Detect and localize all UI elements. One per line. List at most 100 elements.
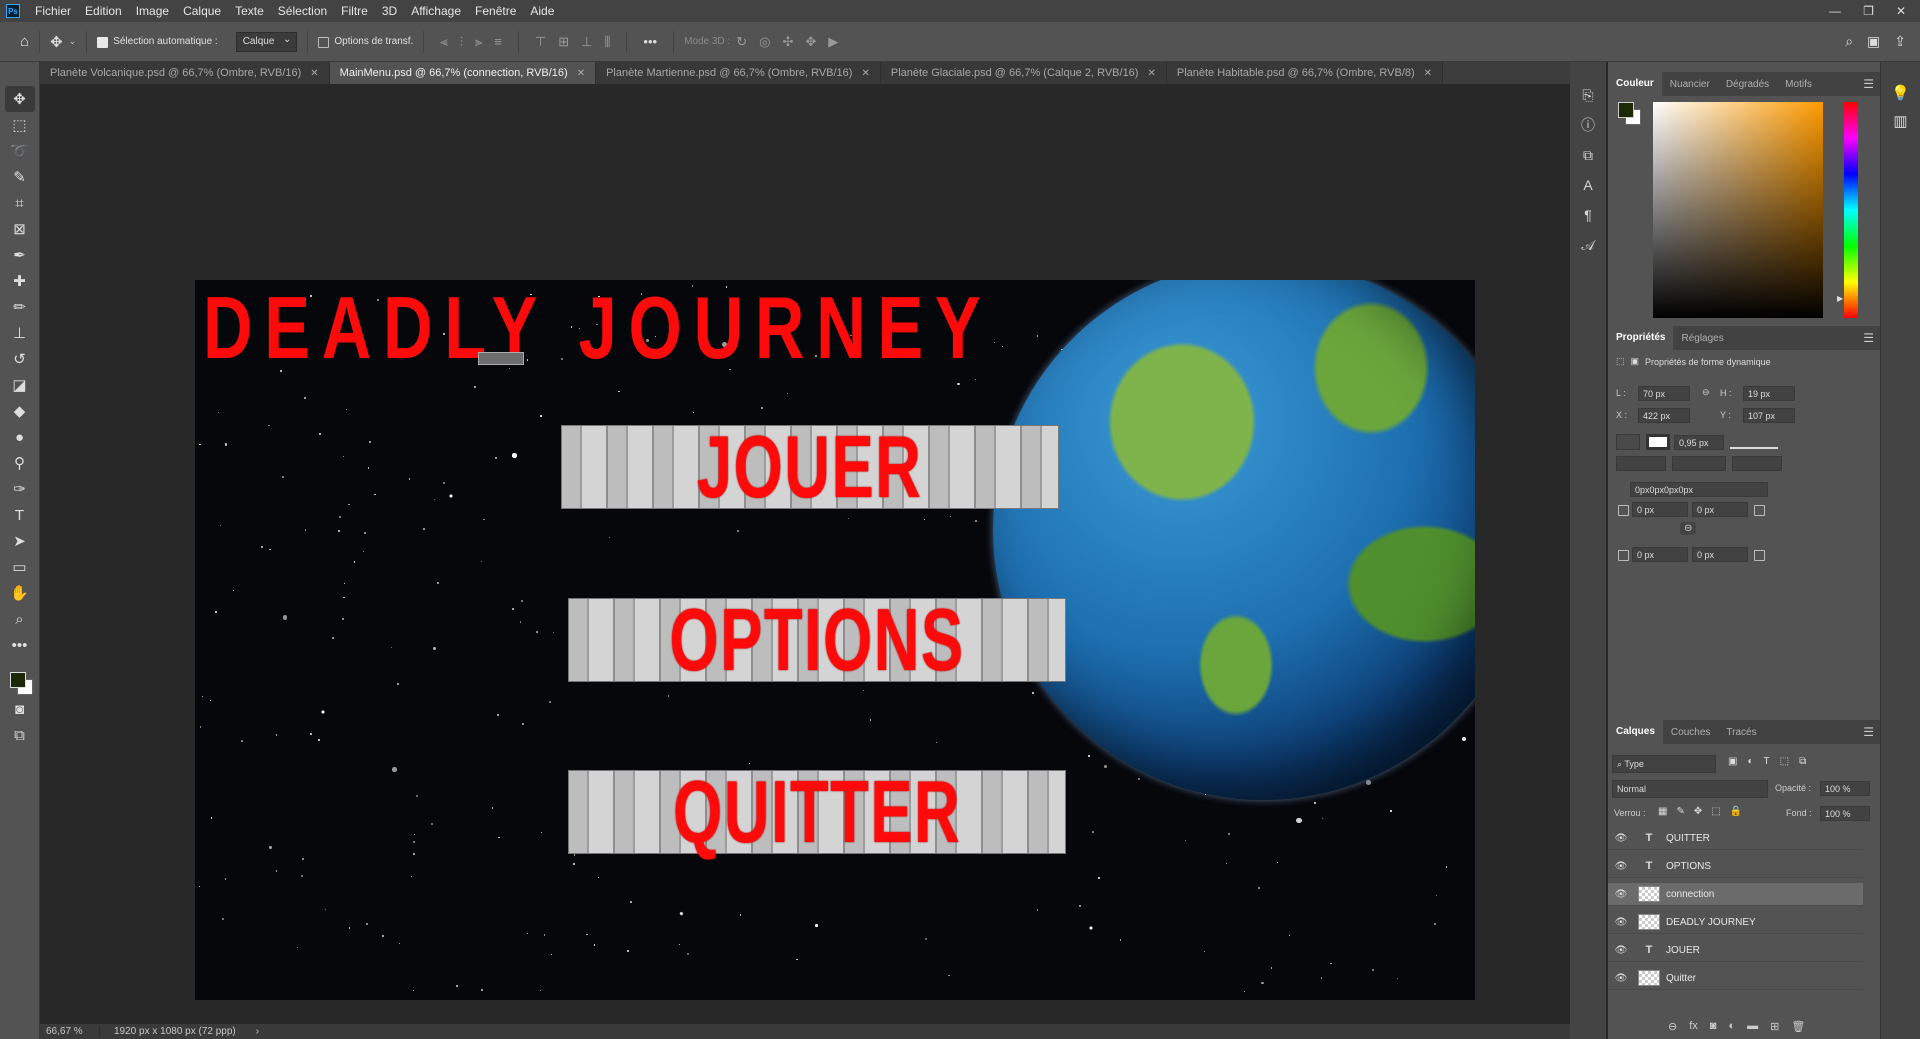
eye-icon[interactable]: 👁: [1608, 861, 1634, 872]
stroke-style-dropdown[interactable]: [1730, 434, 1778, 449]
close-icon[interactable]: ✕: [1424, 68, 1432, 79]
filter-adjust-icon[interactable]: ◐: [1747, 756, 1753, 767]
panel-menu-icon[interactable]: ☰: [1863, 331, 1874, 345]
menu-3d[interactable]: 3D: [375, 4, 404, 18]
menu-aide[interactable]: Aide: [523, 4, 561, 18]
y-field[interactable]: 107 px: [1743, 408, 1795, 423]
stamp-tool-icon[interactable]: ⊥: [5, 320, 35, 346]
share-icon[interactable]: ⇪: [1894, 33, 1906, 50]
layer-row-connection[interactable]: 👁 connection: [1608, 883, 1863, 906]
options-button[interactable]: OPTIONS: [568, 596, 1066, 684]
marquee-tool-icon[interactable]: ⬚: [5, 112, 35, 138]
corner-radius-all-field[interactable]: 0px0px0px0px: [1630, 482, 1768, 497]
menu-affichage[interactable]: Affichage: [404, 4, 468, 18]
tab-proprietes[interactable]: Propriétés: [1608, 326, 1674, 350]
layer-row-quitter-smart[interactable]: 👁 Quitter: [1608, 967, 1863, 990]
fill-swatch[interactable]: [1616, 434, 1640, 450]
blend-mode-dropdown[interactable]: Normal: [1612, 780, 1768, 798]
panel-menu-icon[interactable]: ☰: [1863, 77, 1874, 91]
distribute-vertical-icon[interactable]: ⫼: [604, 34, 610, 50]
eye-icon[interactable]: 👁: [1608, 917, 1634, 928]
slide-3d-icon[interactable]: ✥: [805, 34, 816, 50]
screen-mode-icon[interactable]: ⧉: [5, 722, 35, 748]
dodge-tool-icon[interactable]: ⚲: [5, 450, 35, 476]
close-icon[interactable]: ✕: [861, 68, 869, 79]
lasso-tool-icon[interactable]: ➰: [5, 138, 35, 164]
history-icon[interactable]: ⎘: [1575, 82, 1601, 108]
menu-selection[interactable]: Sélection: [271, 4, 334, 18]
paths-icon[interactable]: ⧉: [1575, 142, 1601, 168]
layer-row-quitter-text[interactable]: 👁 T QUITTER: [1608, 827, 1863, 850]
lock-artboard-icon[interactable]: ⬚: [1711, 806, 1720, 817]
layer-row-jouer[interactable]: 👁 T JOUER: [1608, 939, 1863, 962]
crop-tool-icon[interactable]: ⌗: [5, 190, 35, 216]
tab-planete-glaciale[interactable]: Planète Glaciale.psd @ 66,7% (Calque 2, …: [880, 62, 1167, 84]
fx-icon[interactable]: fx: [1689, 1020, 1698, 1033]
minimize-icon[interactable]: —: [1829, 4, 1841, 18]
close-icon[interactable]: ✕: [1147, 68, 1155, 79]
tab-nuancier[interactable]: Nuancier: [1662, 79, 1718, 90]
glyphs-icon[interactable]: 𝒜: [1575, 232, 1601, 258]
zoom-level[interactable]: 66,67 %: [40, 1026, 100, 1037]
tab-traces[interactable]: Tracés: [1718, 727, 1764, 738]
filter-shape-icon[interactable]: ⬚: [1780, 756, 1789, 767]
tab-motifs[interactable]: Motifs: [1777, 79, 1820, 90]
menu-fichier[interactable]: Fichier: [28, 4, 78, 18]
link-layers-icon[interactable]: ⊖: [1668, 1020, 1677, 1033]
width-field[interactable]: 70 px: [1638, 386, 1690, 401]
lock-pixels-icon[interactable]: ✎: [1676, 806, 1684, 817]
tab-mainmenu[interactable]: MainMenu.psd @ 66,7% (connection, RVB/16…: [329, 62, 597, 84]
healing-tool-icon[interactable]: ✚: [5, 268, 35, 294]
zoom-tool-icon[interactable]: ⌕: [5, 606, 35, 632]
add-mask-icon[interactable]: ◙: [1710, 1020, 1717, 1033]
lock-transparency-icon[interactable]: ▦: [1658, 806, 1667, 817]
eyedropper-tool-icon[interactable]: ✒: [5, 242, 35, 268]
libraries-icon[interactable]: ▥: [1893, 112, 1907, 130]
close-icon[interactable]: ✕: [1896, 4, 1906, 18]
radius-br-field[interactable]: 0 px: [1692, 547, 1748, 562]
paint-bucket-tool-icon[interactable]: ◆: [5, 398, 35, 424]
menu-texte[interactable]: Texte: [228, 4, 271, 18]
camera-3d-icon[interactable]: ▶: [828, 34, 838, 50]
tab-planete-volcanique[interactable]: Planète Volcanique.psd @ 66,7% (Ombre, R…: [40, 62, 330, 84]
quick-mask-icon[interactable]: ◙: [5, 696, 35, 722]
close-icon[interactable]: ✕: [577, 68, 585, 79]
distribute-icon[interactable]: ≡: [494, 34, 502, 49]
info-icon[interactable]: ⓘ: [1575, 112, 1601, 138]
pen-tool-icon[interactable]: ✑: [5, 476, 35, 502]
workspace-icon[interactable]: ▣: [1867, 33, 1880, 50]
chevron-right-icon[interactable]: ›: [256, 1026, 259, 1037]
eye-icon[interactable]: 👁: [1608, 889, 1634, 900]
menu-calque[interactable]: Calque: [176, 4, 228, 18]
hand-tool-icon[interactable]: ✋: [5, 580, 35, 606]
orbit-3d-icon[interactable]: ↻: [736, 34, 747, 50]
roll-3d-icon[interactable]: ◎: [759, 34, 770, 50]
lock-position-icon[interactable]: ✥: [1694, 806, 1702, 817]
link-radius-icon[interactable]: ⊖: [1680, 522, 1697, 535]
learn-lightbulb-icon[interactable]: 💡: [1891, 84, 1910, 102]
jouer-button[interactable]: JOUER: [561, 423, 1059, 511]
menu-edition[interactable]: Edition: [78, 4, 129, 18]
tab-planete-habitable[interactable]: Planète Habitable.psd @ 66,7% (Ombre, RV…: [1166, 62, 1444, 84]
character-icon[interactable]: A: [1575, 172, 1601, 198]
paragraph-icon[interactable]: ¶: [1575, 202, 1601, 228]
align-middle-icon[interactable]: ⊞: [558, 34, 569, 50]
quick-select-tool-icon[interactable]: ✎: [5, 164, 35, 190]
eraser-tool-icon[interactable]: ◪: [5, 372, 35, 398]
drag-3d-icon[interactable]: ✣: [782, 34, 793, 50]
canvas-workspace[interactable]: DEADLY JOURNEY JOUER OPTIONS QUITTER: [40, 84, 1570, 1026]
auto-select-checkbox[interactable]: [97, 37, 109, 48]
document-canvas[interactable]: DEADLY JOURNEY JOUER OPTIONS QUITTER: [195, 280, 1475, 1000]
auto-select-dropdown[interactable]: Calque: [235, 31, 298, 52]
tab-calques[interactable]: Calques: [1608, 720, 1663, 744]
radius-bl-field[interactable]: 0 px: [1632, 547, 1688, 562]
filter-smart-icon[interactable]: ⧉: [1799, 756, 1806, 767]
hue-slider[interactable]: [1844, 102, 1858, 318]
filter-pixel-icon[interactable]: ▣: [1728, 756, 1737, 767]
tab-couleur[interactable]: Couleur: [1608, 72, 1662, 96]
color-swatches[interactable]: [5, 662, 35, 696]
foreground-color-swatch[interactable]: [1618, 102, 1634, 118]
path-select-tool-icon[interactable]: ➤: [5, 528, 35, 554]
menu-fenetre[interactable]: Fenêtre: [468, 4, 523, 18]
link-icon[interactable]: ⊖: [1702, 387, 1710, 398]
